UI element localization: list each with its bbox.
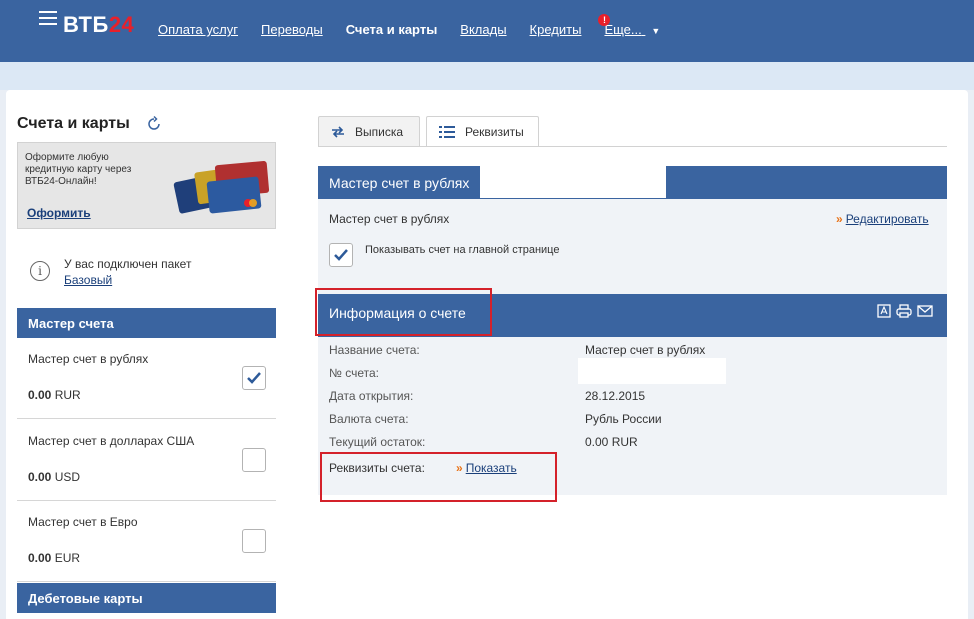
info-row-label: Дата открытия: [329, 389, 414, 403]
highlight-box [315, 288, 492, 336]
package-text: У вас подключен пакет [64, 257, 192, 271]
info-icon: i [30, 261, 50, 281]
master-accounts-header[interactable]: Мастер счета [17, 308, 276, 338]
account-balance: 0.00 RUR [28, 388, 81, 402]
info-row-value: Мастер счет в рублях [585, 343, 706, 357]
show-on-main-label: Показывать счет на главной странице [365, 244, 560, 256]
sidebar-title: Счета и карты [17, 115, 130, 132]
export-icons [877, 304, 933, 318]
info-row-value: Рубль России [585, 412, 662, 426]
logo-wordmark: ВТБ24 [63, 12, 135, 37]
account-name: Мастер счет в рублях [28, 352, 149, 366]
nav-transfers[interactable]: Переводы [261, 22, 323, 37]
account-visibility-checkbox[interactable] [242, 529, 266, 553]
tab-requisites[interactable]: Реквизиты [426, 116, 539, 147]
logo-swoosh-icon [39, 11, 57, 25]
tab-divider [318, 146, 947, 147]
debit-cards-header[interactable]: Дебетовые карты [17, 583, 276, 613]
account-visibility-checkbox[interactable] [242, 366, 266, 390]
chevron-down-icon: ▼ [651, 26, 661, 36]
account-section-title: Мастер счет в рублях [329, 175, 470, 191]
promo-text: Оформите любую кредитную карту через ВТБ… [25, 152, 132, 187]
arrows-icon [331, 126, 345, 138]
account-name: Мастер счет в долларах США [28, 434, 195, 448]
tab-label: Выписка [355, 125, 404, 139]
refresh-icon[interactable] [145, 115, 163, 133]
highlight-box [320, 452, 557, 502]
checkmark-icon [334, 249, 348, 261]
nav-payments[interactable]: Оплата услуг [158, 22, 238, 37]
nav-more-dropdown[interactable]: ! Еще... ▼ [598, 14, 661, 37]
info-row-value: 0.00 RUR [585, 435, 638, 449]
nav-more-label: Еще... [604, 22, 642, 37]
mail-icon[interactable] [917, 304, 933, 318]
edit-link[interactable]: » Редактировать [836, 212, 929, 226]
promo-banner[interactable]: Оформите любую кредитную карту через ВТБ… [17, 142, 276, 229]
header-strip [0, 62, 974, 90]
pdf-icon[interactable] [877, 304, 891, 318]
vtb24-logo[interactable]: ВТБ24 [37, 8, 137, 38]
account-name-label: Мастер счет в рублях [329, 212, 450, 226]
tab-label: Реквизиты [465, 125, 524, 139]
nav-accounts-cards[interactable]: Счета и карты [346, 22, 438, 37]
tab-statement[interactable]: Выписка [318, 116, 420, 147]
account-item-eur[interactable]: Мастер счет в Евро 0.00 EUR [17, 501, 276, 582]
account-balance: 0.00 USD [28, 470, 81, 484]
account-item-rub[interactable]: Мастер счет в рублях 0.00 RUR [17, 338, 276, 419]
promo-apply-link[interactable]: Оформить [27, 206, 91, 220]
account-visibility-checkbox[interactable] [242, 448, 266, 472]
nav-credits[interactable]: Кредиты [530, 22, 582, 37]
account-balance: 0.00 EUR [28, 551, 81, 565]
package-info: У вас подключен пакет Базовый [64, 256, 191, 288]
main-nav: Оплата услуг Переводы Счета и карты Вкла… [158, 14, 683, 37]
top-bar: ВТБ24 Оплата услуг Переводы Счета и карт… [0, 0, 974, 62]
info-row-label: № счета: [329, 366, 379, 380]
package-link[interactable]: Базовый [64, 272, 191, 288]
info-row-value: 28.12.2015 [585, 389, 646, 403]
account-name: Мастер счет в Евро [28, 515, 138, 529]
checkmark-icon [247, 372, 261, 384]
info-row-label: Валюта счета: [329, 412, 409, 426]
info-row-label: Текущий остаток: [329, 435, 426, 449]
credit-cards-image [173, 161, 270, 214]
account-item-usd[interactable]: Мастер счет в долларах США 0.00 USD [17, 420, 276, 501]
nav-deposits[interactable]: Вклады [460, 22, 506, 37]
show-on-main-checkbox[interactable] [329, 243, 353, 267]
print-icon[interactable] [896, 304, 912, 318]
list-icon [439, 126, 455, 138]
redacted-account-number [578, 358, 726, 384]
info-row-label: Название счета: [329, 343, 420, 357]
redacted-account-number [480, 164, 666, 198]
